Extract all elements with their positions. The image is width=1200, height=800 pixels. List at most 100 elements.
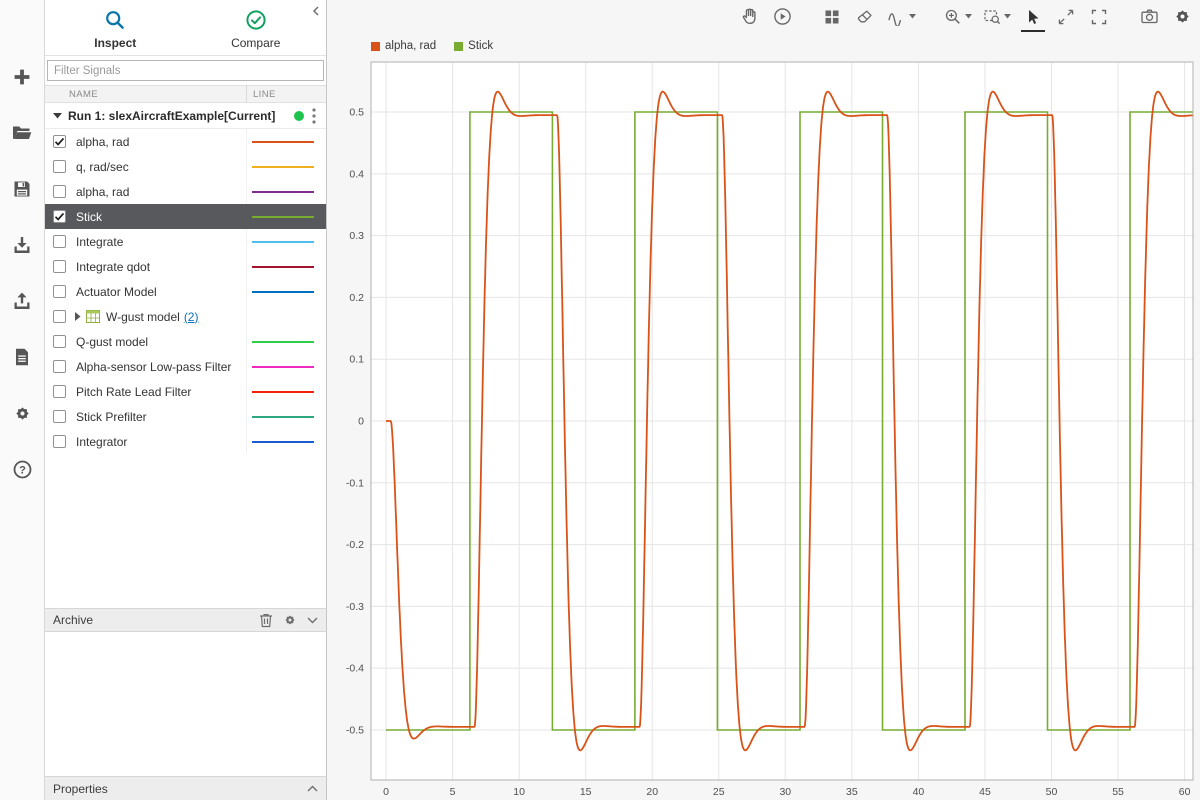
subplot-layout-button[interactable] <box>820 4 844 32</box>
line-style-swatch[interactable] <box>252 440 314 443</box>
plot-legend: alpha, rad Stick <box>371 40 493 52</box>
signal-name: Integrator <box>76 434 128 449</box>
archive-bar[interactable]: Archive <box>45 608 326 632</box>
line-style-swatch[interactable] <box>252 415 314 418</box>
archive-body <box>45 632 326 776</box>
signal-row[interactable]: alpha, rad <box>45 179 326 204</box>
archive-delete-button[interactable] <box>259 613 273 628</box>
left-toolbar: ? <box>0 0 45 800</box>
signal-checkbox[interactable] <box>53 135 66 148</box>
signal-count-link[interactable]: (2) <box>184 310 199 324</box>
pan-tool-button[interactable] <box>737 4 761 32</box>
clear-plots-button[interactable] <box>853 4 877 32</box>
signal-checkbox[interactable] <box>53 435 66 448</box>
open-button[interactable] <box>5 116 39 150</box>
line-style-swatch[interactable] <box>252 240 314 243</box>
signal-row[interactable]: alpha, rad <box>45 129 326 154</box>
collapse-panel-icon[interactable] <box>310 4 322 22</box>
expand-caret-icon[interactable] <box>74 312 81 321</box>
select-tool-button[interactable] <box>1021 4 1045 32</box>
report-icon <box>12 347 32 367</box>
tab-inspect[interactable]: Inspect <box>45 0 186 55</box>
line-style-cell <box>246 204 326 229</box>
properties-label: Properties <box>53 781 108 796</box>
signal-row[interactable]: Q-gust model <box>45 329 326 354</box>
signal-name: Integrate <box>76 234 124 249</box>
export-button[interactable] <box>5 284 39 318</box>
svg-text:0.3: 0.3 <box>349 230 364 242</box>
properties-expand-button[interactable] <box>307 785 318 792</box>
import-button[interactable] <box>5 228 39 262</box>
svg-text:45: 45 <box>979 786 991 798</box>
properties-bar[interactable]: Properties <box>45 776 326 800</box>
archive-collapse-button[interactable] <box>307 617 318 624</box>
signal-row[interactable]: Integrate <box>45 229 326 254</box>
save-button[interactable] <box>5 172 39 206</box>
signal-name: Alpha-sensor Low-pass Filter <box>76 359 232 374</box>
signal-style-button[interactable] <box>886 4 917 32</box>
signal-list: alpha, rad q, rad/sec alpha, rad Stick Integ… <box>45 129 326 454</box>
line-style-cell <box>246 179 326 204</box>
import-icon <box>12 235 32 255</box>
signal-checkbox[interactable] <box>53 235 66 248</box>
line-style-cell <box>246 354 326 379</box>
run-menu-icon[interactable] <box>310 107 318 124</box>
signal-checkbox[interactable] <box>53 285 66 298</box>
snapshot-button[interactable] <box>1137 4 1161 32</box>
help-button[interactable]: ? <box>5 452 39 486</box>
signal-checkbox[interactable] <box>53 185 66 198</box>
zoom-region-button[interactable] <box>982 4 1012 32</box>
signal-row[interactable]: Integrate qdot <box>45 254 326 279</box>
plot-settings-button[interactable] <box>1170 4 1194 32</box>
fit-to-view-button[interactable] <box>1087 4 1111 32</box>
signal-row[interactable]: Alpha-sensor Low-pass Filter <box>45 354 326 379</box>
plot-canvas[interactable]: 0 5 10 15 20 25 30 35 40 45 50 55 60 0.5 0.4 0.3 0.2 0.1 0… <box>327 55 1200 800</box>
signal-checkbox[interactable] <box>53 410 66 423</box>
line-style-swatch[interactable] <box>252 190 314 193</box>
signal-checkbox[interactable] <box>53 310 66 323</box>
create-report-button[interactable] <box>5 340 39 374</box>
signal-row[interactable]: Integrator <box>45 429 326 454</box>
run-caret-icon[interactable] <box>53 112 62 119</box>
line-style-swatch[interactable] <box>252 390 314 393</box>
signal-checkbox[interactable] <box>53 335 66 348</box>
preferences-button[interactable] <box>5 396 39 430</box>
signal-row[interactable]: Pitch Rate Lead Filter <box>45 379 326 404</box>
line-style-swatch[interactable] <box>252 140 314 143</box>
line-style-swatch[interactable] <box>252 290 314 293</box>
legend-swatch <box>454 41 464 51</box>
expand-axes-button[interactable] <box>1054 4 1078 32</box>
line-style-swatch[interactable] <box>252 265 314 268</box>
signal-checkbox[interactable] <box>53 360 66 373</box>
archive-settings-button[interactable] <box>283 613 297 627</box>
layout-icon <box>823 8 841 26</box>
signal-checkbox[interactable] <box>53 385 66 398</box>
signal-checkbox[interactable] <box>53 260 66 273</box>
tab-compare[interactable]: Compare <box>186 0 327 55</box>
fit-icon <box>1090 8 1108 26</box>
new-button[interactable] <box>5 60 39 94</box>
signal-checkbox[interactable] <box>53 210 66 223</box>
line-style-swatch[interactable] <box>252 165 314 168</box>
line-style-swatch[interactable] <box>252 215 314 218</box>
svg-text:0.2: 0.2 <box>349 292 364 304</box>
filter-signals-input[interactable] <box>47 60 324 81</box>
settings-icon <box>13 404 32 423</box>
trash-icon <box>259 613 273 628</box>
signal-row[interactable]: Stick <box>45 204 326 229</box>
signal-row[interactable]: W-gust model (2) <box>45 304 326 329</box>
replay-button[interactable] <box>770 4 794 32</box>
line-style-swatch[interactable] <box>252 365 314 368</box>
svg-text:35: 35 <box>846 786 858 798</box>
svg-text:5: 5 <box>450 786 456 798</box>
archive-label: Archive <box>53 613 94 627</box>
svg-text:10: 10 <box>513 786 525 798</box>
check-circle-icon <box>245 9 267 34</box>
signal-checkbox[interactable] <box>53 160 66 173</box>
run-row[interactable]: Run 1: slexAircraftExample[Current] <box>45 103 326 129</box>
signal-row[interactable]: Stick Prefilter <box>45 404 326 429</box>
line-style-swatch[interactable] <box>252 340 314 343</box>
signal-row[interactable]: Actuator Model <box>45 279 326 304</box>
signal-row[interactable]: q, rad/sec <box>45 154 326 179</box>
zoom-in-button[interactable] <box>943 4 973 32</box>
